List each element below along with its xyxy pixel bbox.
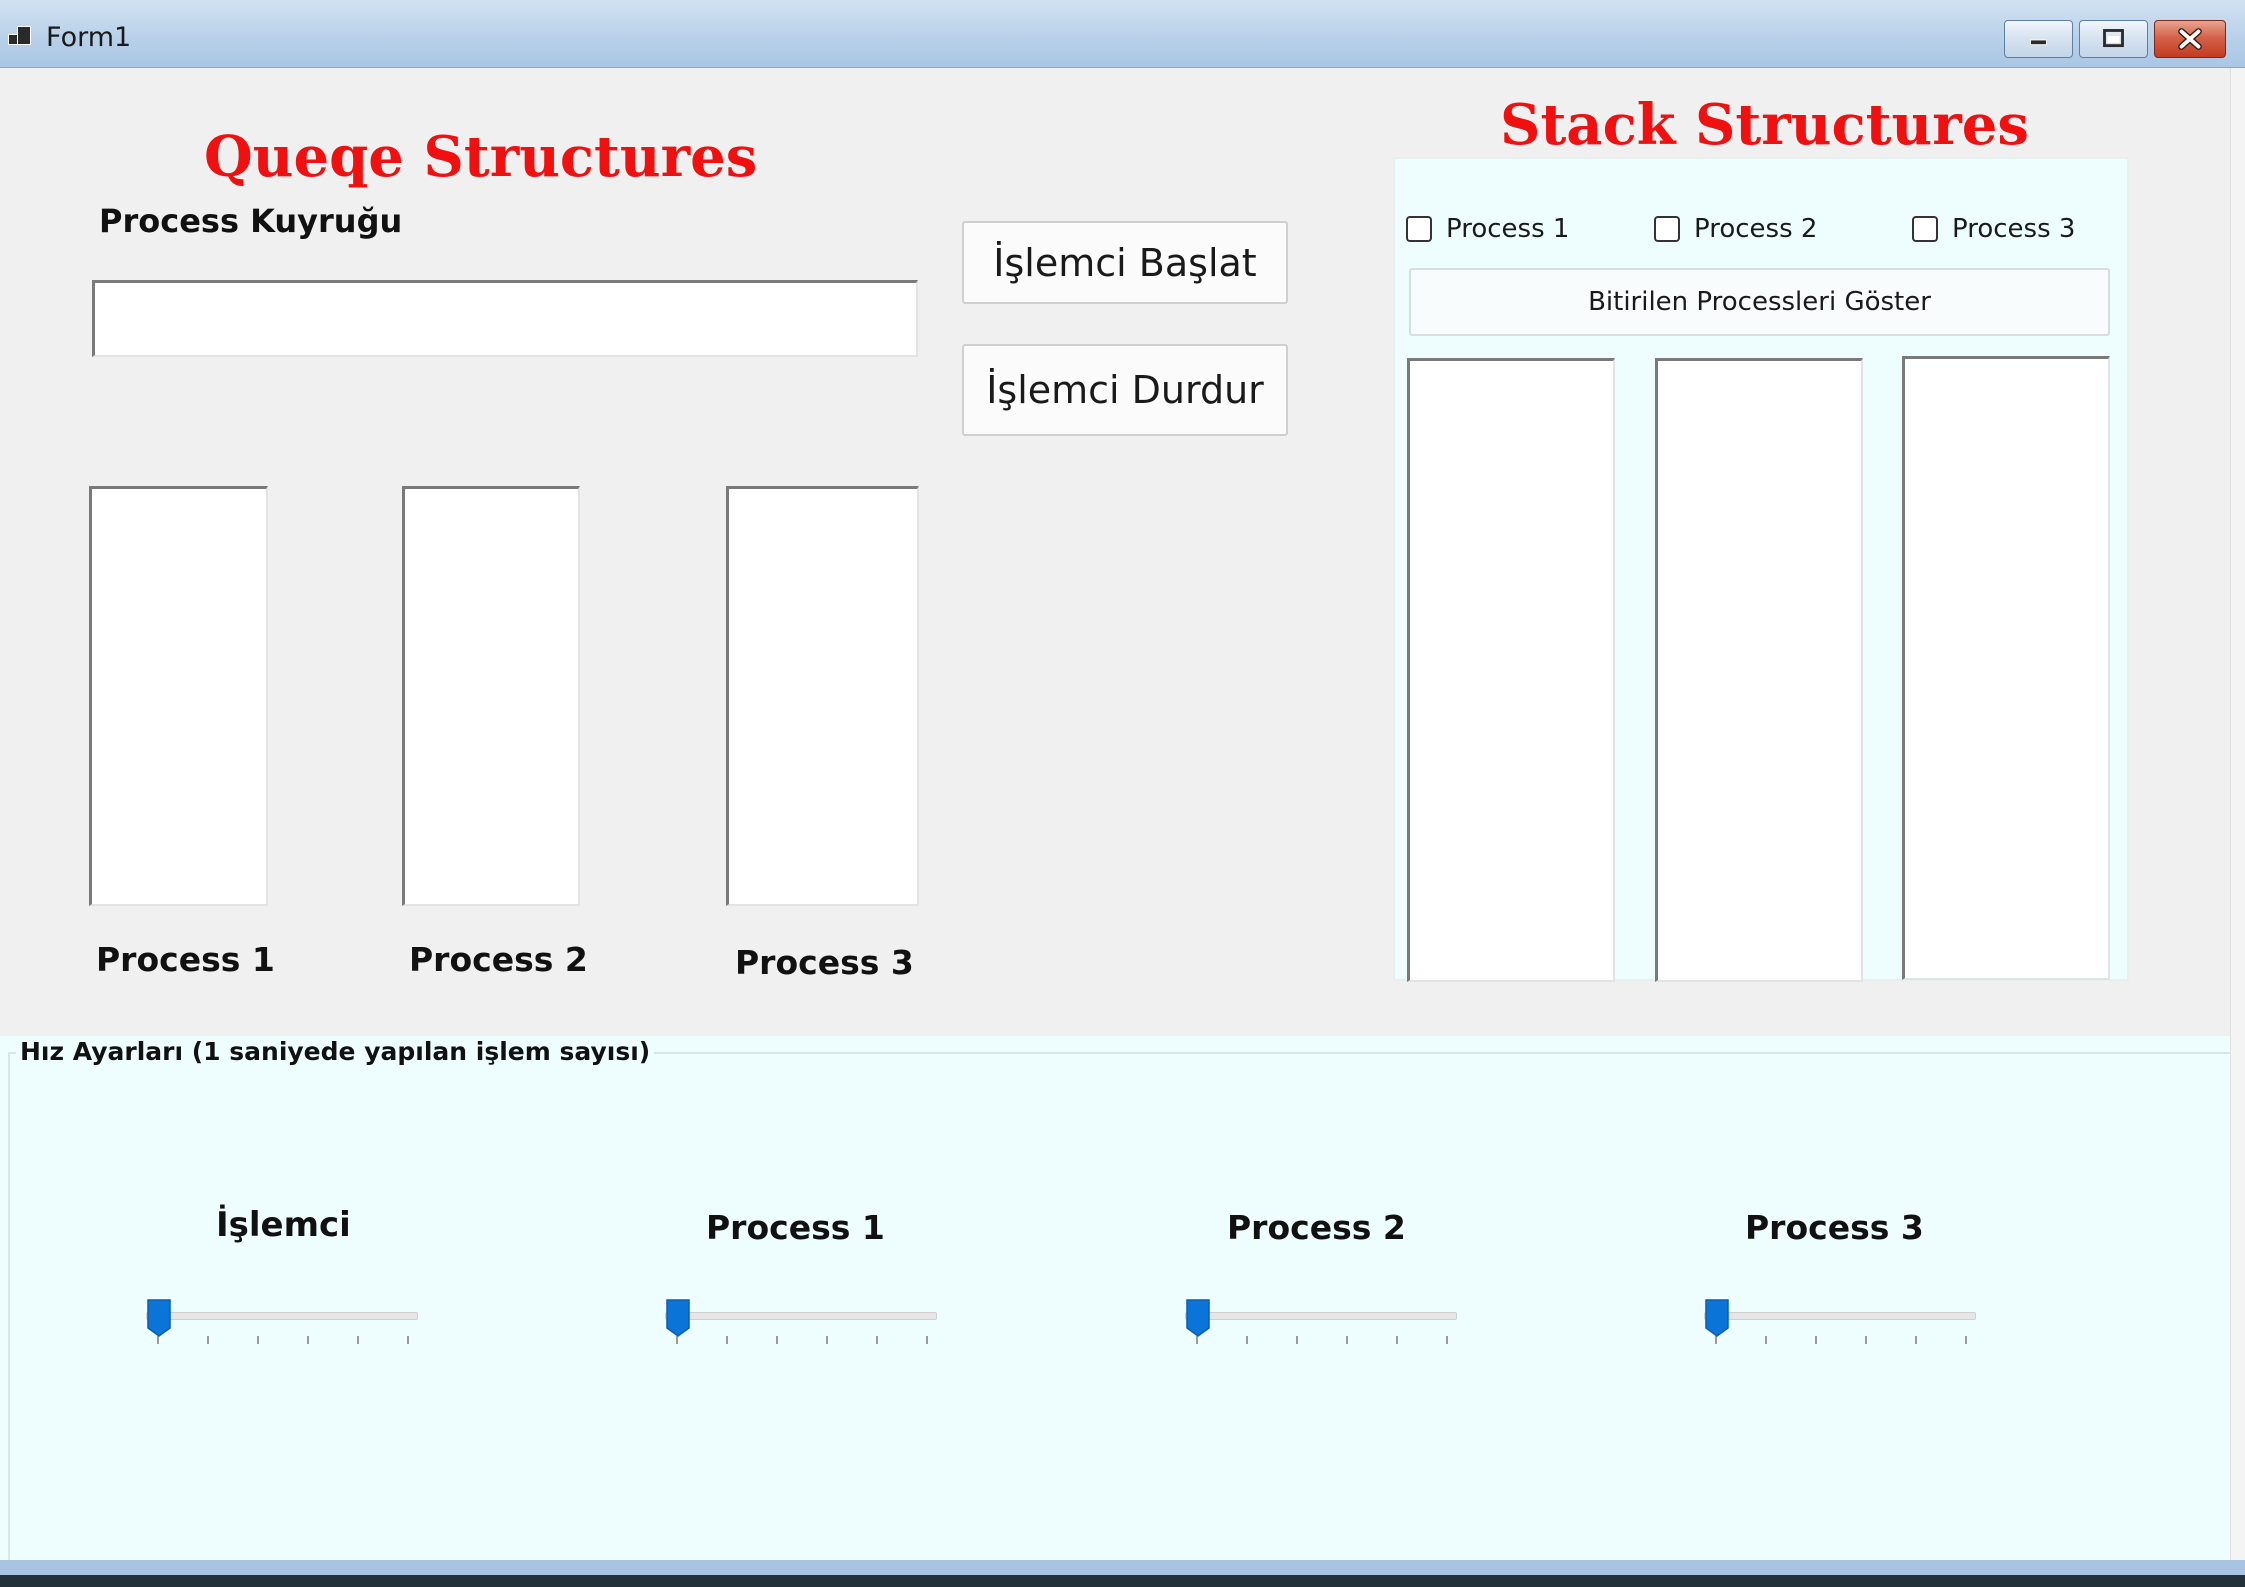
stop-processor-button[interactable]: İşlemci Durdur — [962, 344, 1288, 436]
slider-thumb[interactable] — [1185, 1298, 1211, 1338]
stack-process-2-listbox[interactable] — [1655, 358, 1863, 982]
slider-track[interactable] — [665, 1312, 937, 1320]
slider-tick — [876, 1336, 878, 1344]
slider-tick — [1246, 1336, 1248, 1344]
slider-tick — [926, 1336, 928, 1344]
checkbox-icon — [1912, 216, 1938, 242]
speed-group-title: Hız Ayarları (1 saniyede yapılan işlem s… — [16, 1037, 655, 1066]
slider-track[interactable] — [1185, 1312, 1457, 1320]
process-3-label: Process 3 — [735, 943, 914, 982]
checkbox-label: Process 2 — [1694, 214, 1818, 244]
slider-tick — [1446, 1336, 1448, 1344]
slider-tick — [357, 1336, 359, 1344]
slider-tick — [826, 1336, 828, 1344]
slider-tick — [776, 1336, 778, 1344]
slider-tick — [726, 1336, 728, 1344]
slider-processor-label: İşlemci — [216, 1205, 351, 1245]
stack-heading: Stack Structures — [1500, 92, 2029, 158]
form-window: Form1 Queqe Structures Process Kuyruğu P… — [0, 0, 2245, 1587]
process-1-label: Process 1 — [96, 940, 275, 979]
slider-process-3-label: Process 3 — [1745, 1208, 1924, 1247]
checkbox-label: Process 1 — [1446, 214, 1570, 244]
process-1-listbox[interactable] — [89, 486, 268, 906]
queue-heading: Queqe Structures — [204, 124, 758, 190]
process-2-speed-slider[interactable] — [1185, 1288, 1485, 1348]
slider-tick — [1815, 1336, 1817, 1344]
slider-tick — [1296, 1336, 1298, 1344]
stack-process-2-checkbox[interactable]: Process 2 — [1654, 214, 1817, 244]
window-title: Form1 — [46, 22, 132, 53]
close-icon — [2178, 28, 2202, 50]
stack-process-1-listbox[interactable] — [1407, 358, 1615, 982]
stack-process-3-listbox[interactable] — [1902, 356, 2110, 980]
slider-tick — [1346, 1336, 1348, 1344]
slider-process-1-label: Process 1 — [706, 1208, 885, 1247]
slider-tick — [1915, 1336, 1917, 1344]
slider-thumb[interactable] — [665, 1298, 691, 1338]
slider-tick — [307, 1336, 309, 1344]
slider-tick — [1865, 1336, 1867, 1344]
slider-thumb[interactable] — [1704, 1298, 1730, 1338]
maximize-button[interactable] — [2079, 20, 2148, 58]
checkbox-label: Process 3 — [1952, 214, 2076, 244]
slider-tick — [257, 1336, 259, 1344]
process-2-label: Process 2 — [409, 940, 588, 979]
show-finished-processes-button[interactable]: Bitirilen Processleri Göster — [1409, 268, 2110, 336]
maximize-icon — [2103, 29, 2124, 48]
title-bar[interactable]: Form1 — [0, 0, 2245, 68]
close-button[interactable] — [2154, 20, 2226, 58]
slider-tick — [1396, 1336, 1398, 1344]
process-2-listbox[interactable] — [402, 486, 580, 906]
process-3-speed-slider[interactable] — [1704, 1288, 2004, 1348]
stack-process-1-checkbox[interactable]: Process 1 — [1406, 214, 1569, 244]
process-1-speed-slider[interactable] — [665, 1288, 965, 1348]
slider-track[interactable] — [146, 1312, 418, 1320]
slider-track[interactable] — [1704, 1312, 1976, 1320]
checkbox-icon — [1654, 216, 1680, 242]
queue-label: Process Kuyruğu — [99, 202, 403, 240]
minimize-button[interactable] — [2004, 20, 2073, 58]
slider-tick — [1765, 1336, 1767, 1344]
queue-textbox[interactable] — [92, 280, 918, 357]
processor-speed-slider[interactable] — [146, 1288, 446, 1348]
process-3-listbox[interactable] — [726, 486, 919, 906]
stack-process-3-checkbox[interactable]: Process 3 — [1912, 214, 2075, 244]
taskbar-strip — [0, 1575, 2245, 1587]
vertical-scrollbar[interactable] — [2230, 68, 2245, 1568]
slider-tick — [407, 1336, 409, 1344]
slider-process-2-label: Process 2 — [1227, 1208, 1406, 1247]
checkbox-icon — [1406, 216, 1432, 242]
slider-thumb[interactable] — [146, 1298, 172, 1338]
app-window-icon — [8, 26, 32, 46]
start-processor-button[interactable]: İşlemci Başlat — [962, 221, 1288, 304]
slider-tick — [207, 1336, 209, 1344]
slider-tick — [1965, 1336, 1967, 1344]
minimize-icon — [2029, 39, 2048, 46]
